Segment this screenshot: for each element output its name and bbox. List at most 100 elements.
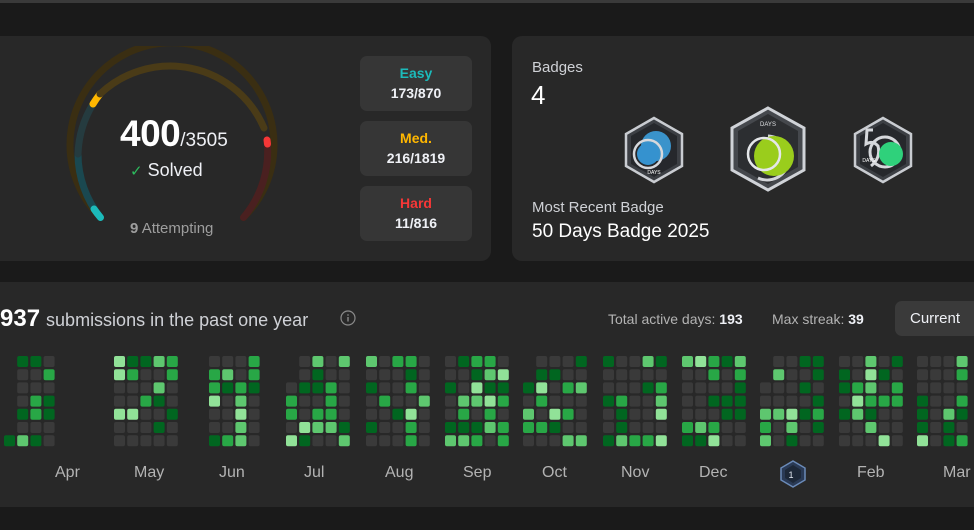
heatmap-cell[interactable]	[248, 369, 260, 381]
heatmap-cell[interactable]	[917, 435, 928, 447]
heatmap-cell[interactable]	[405, 395, 417, 407]
heatmap-cell[interactable]	[575, 435, 587, 447]
heatmap-cell[interactable]	[682, 369, 693, 381]
heatmap-cell[interactable]	[562, 382, 574, 394]
heatmap-cell[interactable]	[695, 435, 707, 447]
heatmap-cell[interactable]	[286, 382, 297, 394]
heatmap-cell[interactable]	[616, 382, 628, 394]
heatmap-cell[interactable]	[682, 382, 693, 394]
heatmap-cell[interactable]	[523, 422, 534, 433]
heatmap-cell[interactable]	[235, 356, 247, 367]
heatmap-cell[interactable]	[562, 395, 574, 407]
heatmap-cell[interactable]	[338, 395, 350, 407]
heatmap-cell[interactable]	[799, 422, 811, 433]
heatmap-cell[interactable]	[325, 422, 337, 433]
heatmap-cell[interactable]	[17, 395, 29, 407]
heatmap-cell[interactable]	[734, 422, 746, 433]
heatmap-cell[interactable]	[445, 395, 456, 407]
heatmap-cell[interactable]	[695, 395, 707, 407]
heatmap-cell[interactable]	[734, 408, 746, 420]
heatmap-cell[interactable]	[786, 369, 798, 381]
heatmap-cell[interactable]	[629, 369, 641, 381]
heatmap-cell[interactable]	[562, 356, 574, 367]
heatmap-cell[interactable]	[312, 382, 324, 394]
heatmap-cell[interactable]	[721, 356, 733, 367]
heatmap-cell[interactable]	[799, 435, 811, 447]
heatmap-cell[interactable]	[127, 408, 139, 420]
heatmap-cell[interactable]	[209, 395, 220, 407]
heatmap-cell[interactable]	[325, 435, 337, 447]
monthly-badge-icon[interactable]: 1	[780, 460, 806, 488]
heatmap-cell[interactable]	[222, 369, 234, 381]
heatmap-cell[interactable]	[878, 382, 890, 394]
heatmap-cell[interactable]	[484, 422, 496, 433]
heatmap-cell[interactable]	[891, 435, 903, 447]
heatmap-cell[interactable]	[616, 356, 628, 367]
heatmap-cell[interactable]	[458, 408, 470, 420]
heatmap-cell[interactable]	[575, 369, 587, 381]
heatmap-cell[interactable]	[629, 435, 641, 447]
heatmap-cell[interactable]	[930, 422, 942, 433]
heatmap-cell[interactable]	[839, 435, 850, 447]
heatmap-cell[interactable]	[299, 422, 311, 433]
badge-50-days-icon[interactable]: DAYS	[851, 116, 915, 184]
heatmap-cell[interactable]	[235, 369, 247, 381]
heatmap-cell[interactable]	[484, 382, 496, 394]
heatmap-cell[interactable]	[695, 356, 707, 367]
heatmap-cell[interactable]	[549, 435, 561, 447]
heatmap-cell[interactable]	[523, 395, 534, 407]
heatmap-cell[interactable]	[721, 395, 733, 407]
heatmap-cell[interactable]	[405, 422, 417, 433]
heatmap-cell[interactable]	[655, 369, 667, 381]
heatmap-cell[interactable]	[222, 395, 234, 407]
heatmap-cell[interactable]	[655, 422, 667, 433]
heatmap-cell[interactable]	[209, 382, 220, 394]
heatmap-cell[interactable]	[497, 356, 509, 367]
heatmap-cell[interactable]	[30, 369, 42, 381]
heatmap-cell[interactable]	[891, 422, 903, 433]
heatmap-cell[interactable]	[865, 408, 877, 420]
heatmap-cell[interactable]	[642, 382, 654, 394]
heatmap-cell[interactable]	[891, 395, 903, 407]
heatmap-cell[interactable]	[734, 356, 746, 367]
heatmap-cell[interactable]	[418, 382, 430, 394]
heatmap-cell[interactable]	[366, 395, 377, 407]
heatmap-cell[interactable]	[484, 395, 496, 407]
heatmap-cell[interactable]	[682, 395, 693, 407]
heatmap-cell[interactable]	[209, 408, 220, 420]
heatmap-cell[interactable]	[392, 369, 404, 381]
heatmap-cell[interactable]	[114, 435, 125, 447]
heatmap-cell[interactable]	[655, 356, 667, 367]
heatmap-cell[interactable]	[338, 356, 350, 367]
heatmap-cell[interactable]	[721, 408, 733, 420]
heatmap-cell[interactable]	[445, 435, 456, 447]
heatmap-cell[interactable]	[655, 435, 667, 447]
heatmap-cell[interactable]	[458, 369, 470, 381]
heatmap-cell[interactable]	[153, 435, 165, 447]
heatmap-cell[interactable]	[338, 382, 350, 394]
heatmap-cell[interactable]	[153, 395, 165, 407]
heatmap-cell[interactable]	[642, 369, 654, 381]
heatmap-cell[interactable]	[799, 382, 811, 394]
heatmap-cell[interactable]	[536, 369, 548, 381]
heatmap-cell[interactable]	[629, 382, 641, 394]
heatmap-cell[interactable]	[325, 356, 337, 367]
heatmap-cell[interactable]	[839, 369, 850, 381]
heatmap-cell[interactable]	[166, 382, 178, 394]
heatmap-cell[interactable]	[536, 395, 548, 407]
heatmap-cell[interactable]	[603, 356, 614, 367]
heatmap-cell[interactable]	[471, 356, 483, 367]
heatmap-cell[interactable]	[786, 422, 798, 433]
heatmap-cell[interactable]	[917, 369, 928, 381]
heatmap-cell[interactable]	[865, 382, 877, 394]
heatmap-cell[interactable]	[575, 408, 587, 420]
heatmap-cell[interactable]	[379, 395, 391, 407]
heatmap-cell[interactable]	[445, 422, 456, 433]
heatmap-cell[interactable]	[43, 408, 55, 420]
heatmap-cell[interactable]	[655, 408, 667, 420]
heatmap-cell[interactable]	[852, 395, 864, 407]
heatmap-cell[interactable]	[721, 422, 733, 433]
heatmap-cell[interactable]	[235, 422, 247, 433]
info-icon[interactable]	[340, 310, 356, 326]
heatmap-cell[interactable]	[616, 422, 628, 433]
